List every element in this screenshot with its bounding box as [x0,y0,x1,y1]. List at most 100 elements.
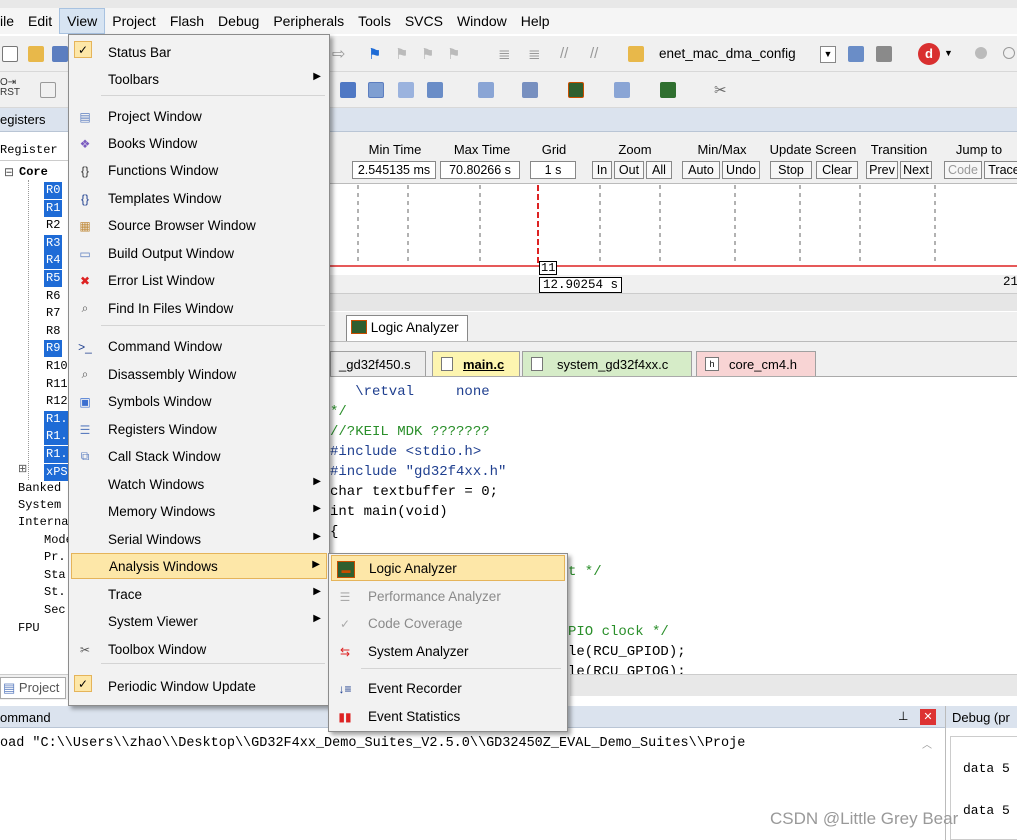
menu-item-build-output-window[interactable]: ▭ Build Output Window [71,240,327,266]
menu-svcs[interactable]: SVCS [398,8,450,34]
register-r12-row[interactable]: R12 [44,393,70,410]
manage-icon[interactable] [848,46,864,62]
project-tab[interactable]: ▤ Project [0,677,67,699]
register-r1-row[interactable]: R1 [44,199,63,217]
bookmark-next-icon[interactable]: ⚑ [421,45,434,63]
editor-tab-core[interactable]: h core_cm4.h [696,351,816,376]
memory-toolbar-icon[interactable] [478,82,494,98]
menu-item-system-analyzer[interactable]: ⇆ System Analyzer [331,638,565,664]
clear-button[interactable]: Clear [816,161,858,179]
indent-icon[interactable]: ≣ [498,45,511,63]
tree-item-2[interactable]: Interna [18,514,68,531]
menu-debug[interactable]: Debug [211,8,266,34]
register-xps-row[interactable]: xPS [44,463,70,481]
register-r1-row[interactable]: R1. [44,428,70,446]
register-r10-row[interactable]: R10 [44,358,70,375]
menu-item-analysis-windows[interactable]: Analysis Windows ▶ [71,553,327,579]
tree-item-6[interactable]: St. [44,584,66,601]
register-r0-row[interactable]: R0 [44,182,63,199]
menu-item-disassembly-window[interactable]: ⌕ Disassembly Window [71,361,327,387]
menu-item-trace[interactable]: Trace ▶ [71,581,327,607]
menu-help[interactable]: Help [514,8,557,34]
toolbox-toolbar-icon[interactable]: ✂ [714,81,727,99]
menu-view[interactable]: View [59,8,106,34]
menu-item-watch-windows[interactable]: Watch Windows ▶ [71,471,327,497]
register-r5-row[interactable]: R5 [44,270,63,287]
xpsr-expand-icon[interactable]: ⊞ [18,462,27,476]
logic-analyzer-tab[interactable]: Logic Analyzer [346,315,468,341]
register-r11-row[interactable]: R11 [44,376,70,393]
tree-item-1[interactable]: System [18,497,61,514]
code-button[interactable]: Code [944,161,982,179]
menu-window[interactable]: Window [450,8,514,34]
registers-toolbar-icon[interactable] [368,82,384,98]
menu-item-system-viewer[interactable]: System Viewer ▶ [71,608,327,634]
menu-item-registers-window[interactable]: ☰ Registers Window [71,416,327,442]
debug-start-icon[interactable]: d [918,43,940,65]
menu-item-error-list-window[interactable]: ✖ Error List Window [71,267,327,293]
core-collapse-icon[interactable]: ⊟ [4,165,14,180]
menu-item-periodic-window-update[interactable]: ✓ Periodic Window Update [71,673,327,699]
trace-button[interactable]: Trace [984,161,1017,179]
scroll-up-icon[interactable]: ︿ [922,736,932,751]
zoom-in-button[interactable]: In [592,161,612,179]
close-icon[interactable]: ✕ [920,709,936,725]
register-r7-row[interactable]: R7 [44,305,62,322]
menu-flash[interactable]: Flash [163,8,211,34]
pin-icon[interactable]: ⊥ [898,709,908,723]
editor-tab-main[interactable]: main.c [432,351,520,376]
new-file-icon[interactable] [2,46,18,62]
zoom-out-button[interactable]: Out [614,161,644,179]
bookmark-clear-icon[interactable]: ⚑ [447,45,460,63]
tree-item-8[interactable]: FPU [18,620,40,637]
editor-tab-system[interactable]: system_gd32f4xx.c [522,351,692,376]
breakpoint-icon[interactable] [975,47,987,59]
menu-item-event-statistics[interactable]: ▮▮ Event Statistics [331,703,565,729]
menu-peripherals[interactable]: Peripherals [266,8,351,34]
save-icon[interactable] [52,46,68,62]
register-r9-row[interactable]: R9 [44,340,63,358]
prev-button[interactable]: Prev [866,161,898,179]
menu-item-source-browser-window[interactable]: ▦ Source Browser Window [71,212,327,238]
target-options-icon[interactable] [628,46,644,62]
menu-item-serial-windows[interactable]: Serial Windows ▶ [71,526,327,552]
menu-tools[interactable]: Tools [351,8,398,34]
menu-item-templates-window[interactable]: {} Templates Window [71,185,327,211]
target-dropdown[interactable]: ▼ [820,46,836,63]
menu-item-project-window[interactable]: ▤ Project Window [71,103,327,129]
menu-item-logic-analyzer[interactable]: ▬ Logic Analyzer [331,555,565,581]
menu-file[interactable]: ile [0,8,21,34]
pack-installer-icon[interactable] [876,46,892,62]
uncomment-icon[interactable]: // [590,45,598,62]
trace-toolbar-icon[interactable] [614,82,630,98]
arrow-right-icon[interactable]: ⇨ [332,44,345,64]
register-r8-row[interactable]: R8 [44,323,62,340]
stop-button[interactable]: Stop [770,161,812,179]
register-r2-row[interactable]: R2 [44,217,62,234]
menu-item-toolbars[interactable]: Toolbars ▶ [71,66,327,92]
tree-item-0[interactable]: Banked [18,480,61,497]
editor-scrollbar[interactable] [570,674,1017,696]
tree-item-5[interactable]: Sta [44,567,66,584]
menu-item-toolbox-window[interactable]: ✂ Toolbox Window [71,636,327,662]
register-r6-row[interactable]: R6 [44,288,62,305]
run-icon[interactable] [40,82,56,98]
analysis-toolbar-icon[interactable] [568,82,584,98]
register-r3-row[interactable]: R3 [44,234,63,252]
register-r1-row[interactable]: R1. [44,410,70,428]
menu-item-functions-window[interactable]: {} Functions Window [71,157,327,183]
menu-item-event-recorder[interactable]: ↓≡ Event Recorder [331,675,565,701]
next-button[interactable]: Next [900,161,932,179]
menu-item-call-stack-window[interactable]: ⧉ Call Stack Window [71,443,327,469]
register-r4-row[interactable]: R4 [44,252,63,270]
menu-item-find-in-files-window[interactable]: ⌕ Find In Files Window [71,295,327,321]
undo-button[interactable]: Undo [722,161,760,179]
call-stack-toolbar-icon[interactable] [398,82,414,98]
watch-toolbar-icon[interactable] [427,82,443,98]
disassembly-toolbar-icon[interactable] [340,82,356,98]
menu-item-books-window[interactable]: ❖ Books Window [71,130,327,156]
bookmark-prev-icon[interactable]: ⚑ [395,45,408,63]
serial-toolbar-icon[interactable] [522,82,538,98]
menu-item-memory-windows[interactable]: Memory Windows ▶ [71,498,327,524]
reset-icon[interactable]: O⇥ RST [0,78,20,98]
